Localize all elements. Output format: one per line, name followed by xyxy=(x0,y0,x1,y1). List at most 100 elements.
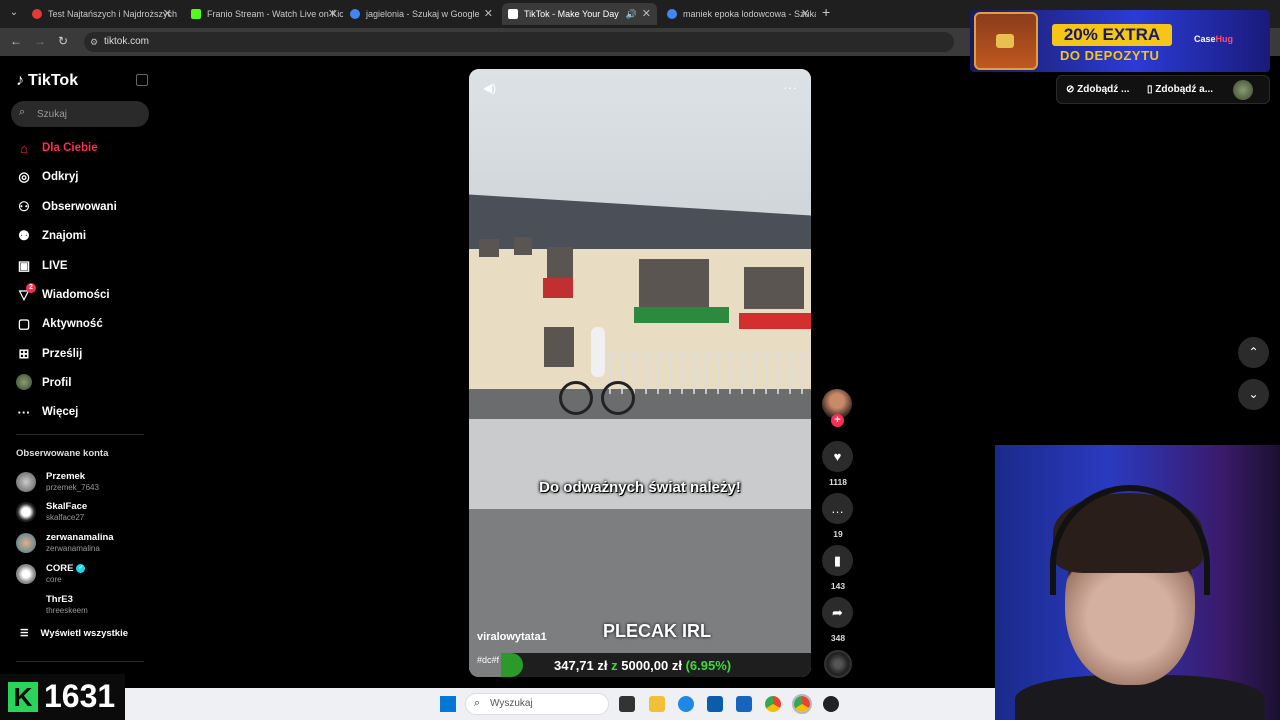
profile-avatar-icon xyxy=(16,373,32,393)
following-icon: ⚇ xyxy=(18,199,30,214)
close-tab-icon[interactable]: ✕ xyxy=(642,3,651,25)
tiktok-logo[interactable]: ♪ TikTok xyxy=(16,72,78,90)
video-frame-street xyxy=(469,509,811,677)
browser-tab[interactable]: Franio Stream - Watch Live on Kick ✕ xyxy=(185,3,343,25)
sidebar-item-friends[interactable]: ⚉ Znajomi xyxy=(16,224,146,248)
close-tab-icon[interactable]: ✕ xyxy=(163,3,172,25)
ad-subtitle: DO DEPOZYTU xyxy=(1060,48,1160,63)
video-player[interactable]: ◀) ··· Do odważnych świat należy! PLECAK… xyxy=(469,69,811,677)
taskbar-search-placeholder: Wyszukaj xyxy=(490,698,533,709)
browser-tab[interactable]: jagielonia - Szukaj w Google ✕ xyxy=(344,3,499,25)
sidebar-item-profile[interactable]: Profil xyxy=(16,371,146,395)
chrome-active-icon[interactable] xyxy=(792,694,812,714)
get-coins-button[interactable]: ⊘ Zdobądź ... xyxy=(1066,80,1129,100)
sidebar-item-label: Profil xyxy=(42,377,72,389)
account-name: SkalFace xyxy=(46,501,88,512)
sidebar-item-explore[interactable]: ◎ Odkryj xyxy=(16,165,146,189)
counter-value: 1631 xyxy=(44,678,116,714)
account-handle: zerwanamalina xyxy=(46,544,100,553)
collapse-sidebar-icon[interactable] xyxy=(136,74,148,86)
goal-target: 5000,00 zł xyxy=(621,658,682,673)
sidebar-item-label: Znajomi xyxy=(42,230,87,242)
comment-icon[interactable]: … xyxy=(822,493,853,524)
ad-brand-b: Hug xyxy=(1215,34,1234,44)
sidebar-item-following[interactable]: ⚇ Obserwowani xyxy=(16,195,146,219)
followed-account[interactable]: ThrE3 threeskeem xyxy=(16,593,146,619)
search-box[interactable]: ⌕ xyxy=(11,101,149,127)
search-input[interactable] xyxy=(37,105,137,123)
url-text: tiktok.com xyxy=(104,36,150,47)
followed-accounts-title: Obserwowane konta xyxy=(16,448,109,459)
share-arrow-icon[interactable]: ➦ xyxy=(822,597,853,628)
file-explorer-icon[interactable] xyxy=(649,696,665,712)
like-heart-icon[interactable]: ♥ xyxy=(822,441,853,472)
followed-account[interactable]: CORE ✓ core xyxy=(16,562,146,588)
followed-account[interactable]: Przemek przemek_7643 xyxy=(16,470,146,496)
ad-banner[interactable]: 20% EXTRA DO DEPOZYTU CaseHug xyxy=(970,10,1270,72)
account-name: CORE ✓ xyxy=(46,563,86,574)
speaker-icon[interactable]: 🔊 xyxy=(626,3,637,25)
sidebar-item-label: Wiadomości xyxy=(42,289,110,301)
sidebar-item-more[interactable]: ··· Więcej xyxy=(16,400,146,424)
divider xyxy=(16,661,144,662)
activity-icon: ▢ xyxy=(17,316,31,331)
url-bar[interactable]: ⚙ tiktok.com xyxy=(84,32,954,52)
donation-goal-bar: 347,71 zł z 5000,00 zł (6.95%) xyxy=(501,653,811,677)
windows-start-icon[interactable] xyxy=(440,696,456,712)
video-frame-sign xyxy=(543,278,573,298)
sidebar-item-label: Odkryj xyxy=(42,171,79,183)
chrome-icon[interactable] xyxy=(765,696,781,712)
site-info-icon[interactable]: ⚙ xyxy=(90,32,98,52)
new-tab-button[interactable]: + xyxy=(822,4,830,20)
sound-disc-icon[interactable] xyxy=(824,650,852,678)
app-icon[interactable] xyxy=(823,696,839,712)
show-all-button[interactable]: ☰ Wyświetl wszystkie xyxy=(20,628,128,639)
user-avatar[interactable] xyxy=(1233,80,1253,100)
video-frame-window xyxy=(544,327,574,367)
close-tab-icon[interactable]: ✕ xyxy=(484,3,493,25)
browser-tab[interactable]: Test Najtańszych i Najdroższych ✕ xyxy=(26,3,178,25)
home-icon: ⌂ xyxy=(20,140,28,156)
get-app-button[interactable]: ▯ Zdobądź a... xyxy=(1147,80,1213,100)
close-tab-icon[interactable]: ✕ xyxy=(801,3,810,25)
logo-text: TikTok xyxy=(28,72,79,89)
store-icon[interactable] xyxy=(707,696,723,712)
task-view-icon[interactable] xyxy=(619,696,635,712)
video-hashtags[interactable]: #dc#f xyxy=(477,655,499,665)
taskbar-search[interactable]: ⌕ Wyszukaj xyxy=(465,693,609,715)
video-frame-window xyxy=(514,237,532,255)
more-dots-icon: ··· xyxy=(17,404,31,420)
video-author[interactable]: viralowytata1 xyxy=(477,631,547,643)
windows-taskbar: ⌕ Wyszukaj xyxy=(125,688,995,720)
next-video-chevron-down-icon[interactable]: ⌄ xyxy=(1238,379,1269,410)
sidebar-item-label: Więcej xyxy=(42,406,79,418)
previous-video-chevron-up-icon[interactable]: ⌃ xyxy=(1238,337,1269,368)
get-app-label: Zdobądź a... xyxy=(1155,84,1214,95)
edge-icon[interactable] xyxy=(678,696,694,712)
sidebar-item-upload[interactable]: ⊞ Prześlij xyxy=(16,342,146,366)
sidebar-item-for-you[interactable]: ⌂ Dla Ciebie xyxy=(16,136,146,160)
follow-plus-icon[interactable]: + xyxy=(831,414,844,427)
bookmark-icon[interactable]: ▮ xyxy=(822,545,853,576)
close-tab-icon[interactable]: ✕ xyxy=(328,3,337,25)
volume-icon[interactable]: ◀) xyxy=(483,81,496,95)
sidebar-item-messages[interactable]: ▽ 2 Wiadomości xyxy=(16,283,146,307)
mail-icon[interactable] xyxy=(736,696,752,712)
followed-account[interactable]: SkalFace skalface27 xyxy=(16,500,146,526)
forward-icon[interactable]: → xyxy=(34,34,46,48)
tab-search-icon[interactable]: ⌄ xyxy=(6,5,22,21)
more-options-icon[interactable]: ··· xyxy=(783,79,797,95)
messages-icon: ▽ 2 xyxy=(16,283,36,303)
browser-tab-active[interactable]: TikTok - Make Your Day 🔊 ✕ xyxy=(502,3,657,25)
comment-count: 19 xyxy=(833,529,843,539)
followed-account[interactable]: zerwanamalina zerwanamalina xyxy=(16,531,146,557)
back-icon[interactable]: ← xyxy=(10,34,22,48)
account-handle: skalface27 xyxy=(46,513,85,522)
get-coins-label: Zdobądź ... xyxy=(1077,84,1130,95)
browser-tab[interactable]: maniek epoka lodowcowa - Szukaj ✕ xyxy=(661,3,816,25)
sidebar-item-live[interactable]: ▣ LIVE xyxy=(16,254,146,278)
kick-viewer-counter: K 1631 xyxy=(0,674,125,720)
sidebar-item-activity[interactable]: ▢ Aktywność xyxy=(16,312,146,336)
video-caption: Do odważnych świat należy! xyxy=(539,479,741,496)
reload-icon[interactable]: ↻ xyxy=(58,34,68,48)
